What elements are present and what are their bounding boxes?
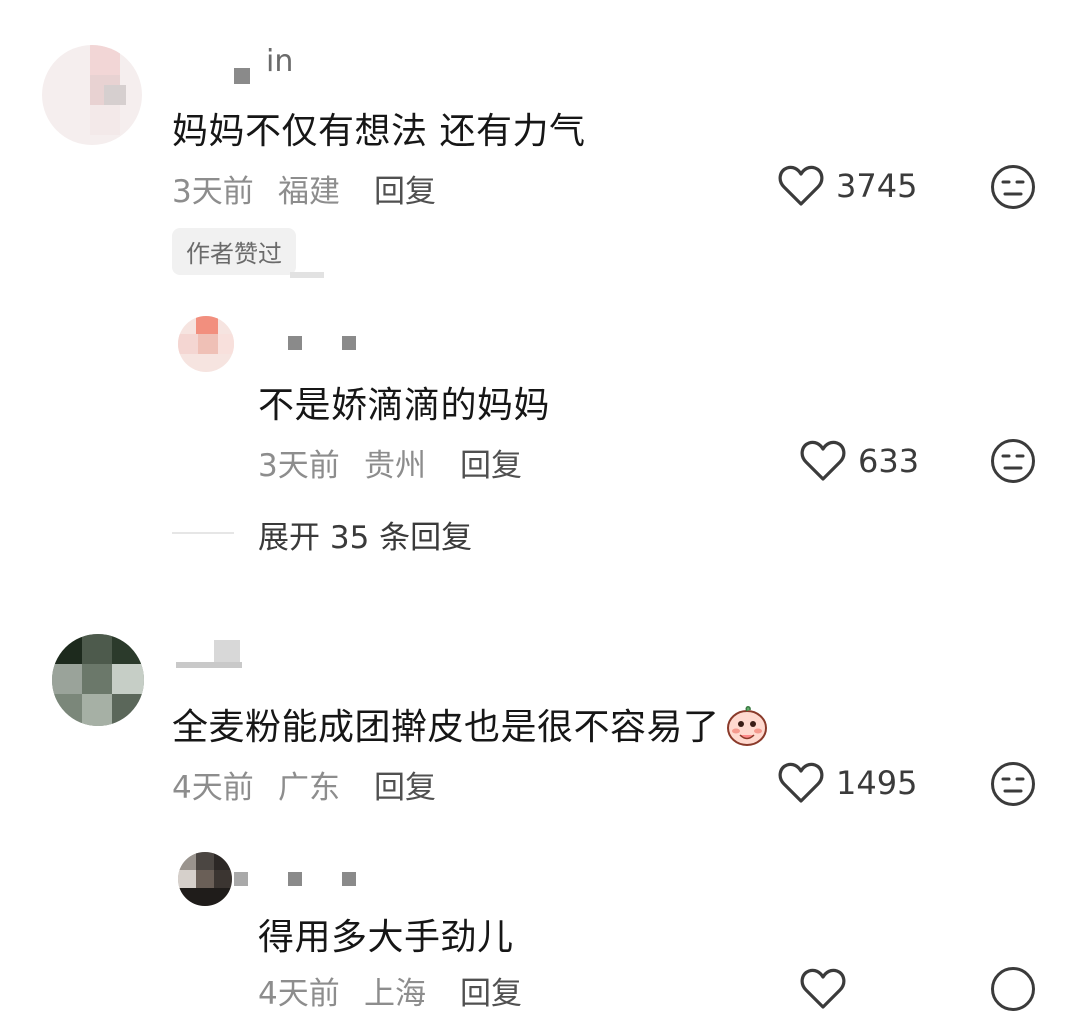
blur-strip — [290, 272, 324, 278]
reply-button[interactable]: 回复 — [460, 440, 522, 485]
username-blur — [288, 336, 302, 350]
avatar[interactable] — [52, 634, 144, 726]
username-blur — [342, 872, 356, 886]
avatar[interactable] — [178, 852, 232, 906]
meh-face-icon[interactable] — [990, 438, 1036, 484]
reply-button[interactable]: 回复 — [374, 762, 436, 807]
comment-text-body: 全麦粉能成团擀皮也是很不容易了 — [172, 707, 720, 748]
reply-text: 得用多大手劲儿 — [258, 917, 514, 958]
username[interactable]: in — [266, 44, 293, 79]
avatar[interactable] — [42, 45, 142, 145]
meh-face-icon[interactable] — [990, 761, 1036, 807]
username-blur — [234, 872, 248, 886]
comment-text: 全麦粉能成团擀皮也是很不容易了 — [172, 698, 770, 757]
reply-text: 不是娇滴滴的妈妈 — [258, 385, 551, 426]
heart-outline-icon — [778, 165, 824, 207]
author-liked-badge: 作者赞过 — [172, 228, 296, 275]
like-count: 633 — [858, 442, 920, 480]
heart-outline-icon — [800, 968, 846, 1010]
username-blur — [342, 336, 356, 350]
expand-replies-button[interactable]: 展开 35 条回复 — [258, 512, 472, 557]
like-button[interactable]: 3745 — [778, 165, 917, 207]
comment-text: 妈妈不仅有想法 还有力气 — [172, 111, 586, 152]
reply-button[interactable]: 回复 — [374, 166, 436, 211]
heart-outline-icon — [778, 762, 824, 804]
meh-face-icon[interactable] — [990, 164, 1036, 210]
comment-time: 4天前 — [172, 770, 254, 806]
reply-time: 4天前 — [258, 976, 340, 1012]
like-button[interactable] — [800, 968, 846, 1010]
comment-time: 3天前 — [172, 174, 254, 210]
heart-outline-icon — [800, 440, 846, 482]
avatar[interactable] — [178, 316, 234, 372]
meh-face-icon[interactable] — [990, 966, 1036, 1012]
expand-divider — [172, 532, 234, 534]
like-count: 1495 — [836, 764, 918, 802]
reply-button[interactable]: 回复 — [460, 968, 522, 1013]
reply-time: 3天前 — [258, 448, 340, 484]
username-blur — [214, 640, 240, 662]
comment-location: 广东 — [278, 770, 340, 806]
username-blur — [176, 662, 242, 668]
comment-location: 福建 — [278, 174, 340, 210]
reply-location: 贵州 — [364, 448, 426, 484]
like-count: 3745 — [836, 167, 918, 205]
embarrassed-face-icon — [724, 702, 770, 757]
username-blur — [234, 68, 250, 84]
like-button[interactable]: 633 — [800, 440, 919, 482]
username-blur — [288, 872, 302, 886]
reply-location: 上海 — [364, 976, 426, 1012]
like-button[interactable]: 1495 — [778, 762, 917, 804]
